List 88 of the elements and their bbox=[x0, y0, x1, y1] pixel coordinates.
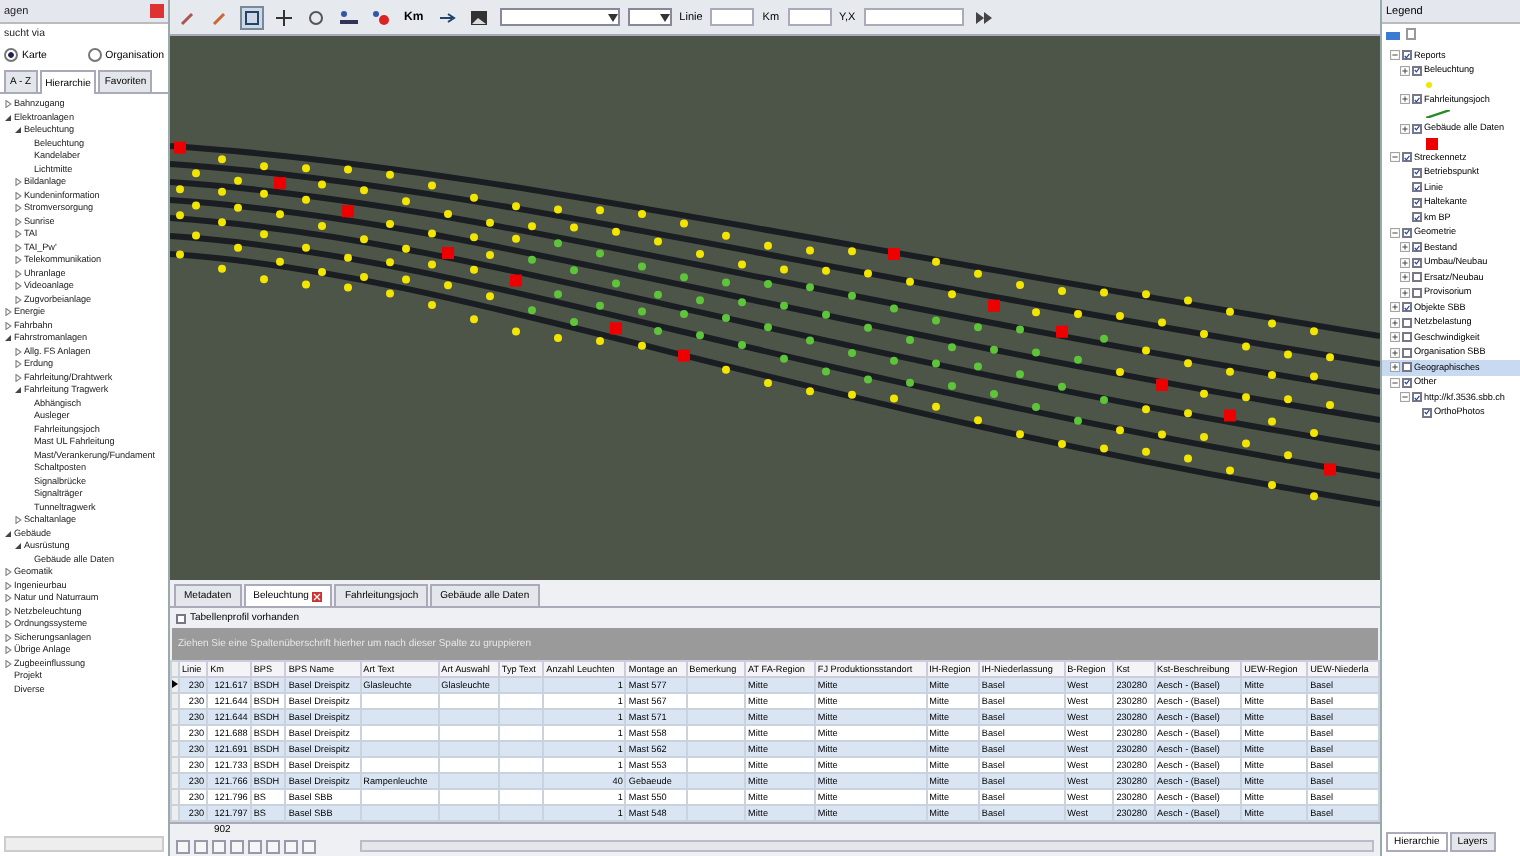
close-icon[interactable] bbox=[312, 591, 323, 601]
layer-checkbox[interactable] bbox=[1412, 182, 1422, 193]
expand-icon[interactable] bbox=[1399, 242, 1409, 253]
table-cell bbox=[438, 772, 499, 789]
expand-icon[interactable] bbox=[1389, 362, 1399, 373]
table-cell bbox=[438, 692, 499, 709]
table-cell bbox=[686, 708, 746, 725]
expanded-arrow-icon[interactable] bbox=[14, 386, 22, 395]
expand-icon[interactable] bbox=[1389, 317, 1399, 328]
table-cell bbox=[686, 724, 746, 741]
layers-icon[interactable] bbox=[1386, 28, 1400, 40]
layer-checkbox[interactable] bbox=[1412, 392, 1422, 403]
layer-checkbox[interactable] bbox=[1402, 362, 1412, 373]
table-cell bbox=[438, 804, 499, 821]
layer-checkbox[interactable] bbox=[1402, 302, 1412, 313]
expand-icon[interactable] bbox=[1389, 332, 1399, 343]
expand-icon[interactable] bbox=[1389, 347, 1399, 358]
table-cell bbox=[360, 804, 439, 821]
expand-icon[interactable] bbox=[1399, 94, 1409, 105]
table-cell bbox=[360, 756, 439, 773]
collapsed-arrow-icon[interactable] bbox=[4, 100, 12, 109]
layer-checkbox[interactable] bbox=[1412, 242, 1422, 253]
table-cell bbox=[686, 772, 746, 789]
layer-checkbox[interactable] bbox=[1412, 94, 1422, 105]
horizontal-scrollbar[interactable] bbox=[360, 840, 1374, 853]
layer-checkbox[interactable] bbox=[1412, 167, 1422, 178]
layer-checkbox[interactable] bbox=[1412, 287, 1422, 298]
horizontal-scrollbar[interactable] bbox=[4, 836, 164, 852]
table-cell bbox=[360, 788, 439, 805]
expanded-arrow-icon[interactable] bbox=[4, 334, 12, 343]
expand-icon[interactable] bbox=[1399, 272, 1409, 283]
table-cell bbox=[438, 724, 499, 741]
layer-checkbox[interactable] bbox=[1412, 257, 1422, 268]
layer-checkbox[interactable] bbox=[1412, 272, 1422, 283]
table-cell bbox=[498, 676, 544, 693]
table-cell bbox=[498, 772, 544, 789]
layer-checkbox[interactable] bbox=[1422, 407, 1432, 418]
layer-checkbox[interactable] bbox=[1412, 123, 1422, 134]
table-cell bbox=[498, 724, 544, 741]
image-icon[interactable] bbox=[467, 5, 492, 29]
collapsed-arrow-icon[interactable] bbox=[14, 516, 22, 525]
move-icon[interactable] bbox=[272, 5, 296, 29]
input-field[interactable] bbox=[787, 8, 832, 26]
layer-checkbox[interactable] bbox=[1412, 65, 1422, 76]
input-field[interactable] bbox=[863, 8, 964, 26]
table-cell bbox=[360, 724, 439, 741]
caret-icon[interactable] bbox=[659, 13, 670, 21]
expand-icon[interactable] bbox=[1399, 257, 1409, 268]
marker-icon[interactable] bbox=[368, 5, 392, 29]
table-cell bbox=[498, 756, 544, 773]
document-icon[interactable] bbox=[1406, 28, 1416, 40]
layer-checkbox[interactable] bbox=[1402, 317, 1412, 328]
table-cell bbox=[686, 692, 746, 709]
expand-icon[interactable] bbox=[1399, 123, 1409, 134]
table-cell bbox=[438, 788, 499, 805]
layer-checkbox[interactable] bbox=[1402, 152, 1412, 163]
table-cell bbox=[686, 788, 746, 805]
table-cell bbox=[498, 788, 544, 805]
table-cell bbox=[686, 676, 746, 693]
table-cell bbox=[686, 804, 746, 821]
layer-checkbox[interactable] bbox=[1412, 197, 1422, 208]
expand-icon[interactable] bbox=[1399, 287, 1409, 298]
expand-icon[interactable] bbox=[1399, 65, 1409, 76]
table-cell bbox=[438, 708, 499, 725]
checkbox[interactable] bbox=[176, 613, 186, 623]
table-cell bbox=[360, 692, 439, 709]
dropdown[interactable] bbox=[627, 8, 672, 26]
table-cell bbox=[438, 740, 499, 757]
zoom-box-icon[interactable] bbox=[240, 5, 264, 29]
table-cell bbox=[498, 692, 544, 709]
layer-checkbox[interactable] bbox=[1402, 50, 1412, 61]
table-cell bbox=[360, 708, 439, 725]
table-cell bbox=[686, 756, 746, 773]
layer-checkbox[interactable] bbox=[1402, 227, 1412, 238]
table-cell bbox=[360, 740, 439, 757]
table-cell bbox=[498, 708, 544, 725]
expand-icon[interactable] bbox=[1389, 302, 1399, 313]
row-pointer-icon bbox=[172, 679, 178, 688]
layer-checkbox[interactable] bbox=[1402, 377, 1412, 388]
table-cell bbox=[498, 740, 544, 757]
caret-icon[interactable] bbox=[607, 13, 618, 21]
input-field[interactable] bbox=[710, 8, 755, 26]
layer-checkbox[interactable] bbox=[1412, 212, 1422, 223]
table-cell bbox=[498, 804, 544, 821]
table-cell bbox=[438, 756, 499, 773]
layer-checkbox[interactable] bbox=[1402, 347, 1412, 358]
layer-checkbox[interactable] bbox=[1402, 332, 1412, 343]
table-cell bbox=[686, 740, 746, 757]
